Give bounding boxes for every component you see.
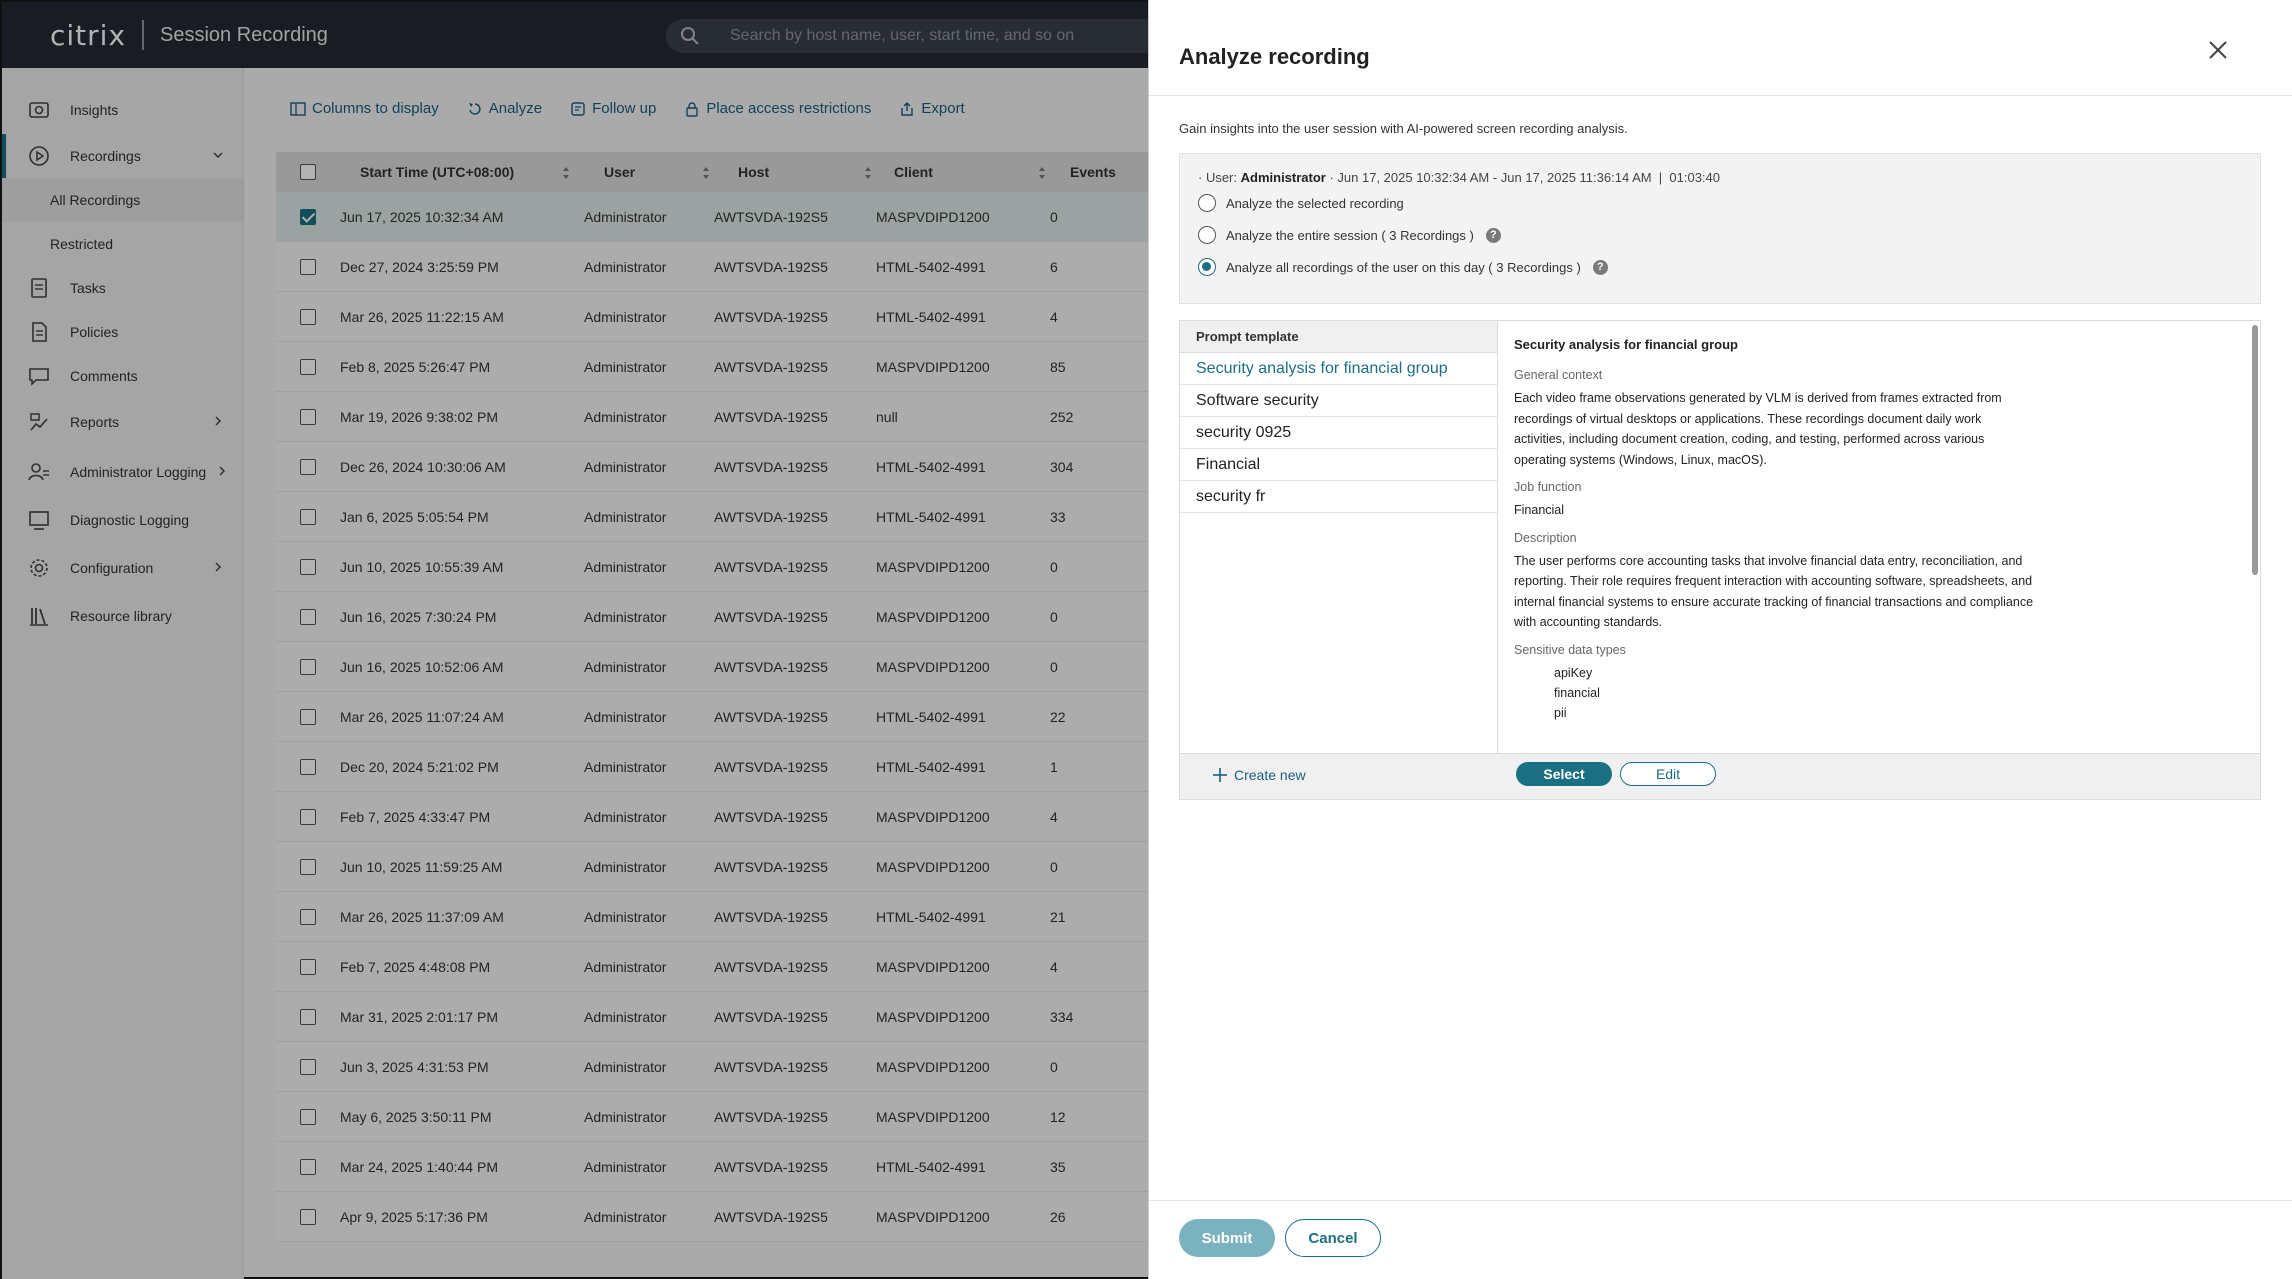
sensitive-data-label: Sensitive data types: [1514, 642, 1626, 657]
general-context-text: Each video frame observations generated …: [1514, 391, 2002, 467]
option-label: Analyze all recordings of the user on th…: [1226, 259, 1581, 275]
select-template-button[interactable]: Select: [1516, 762, 1612, 786]
job-function-text: Financial: [1514, 503, 1565, 517]
plus-icon: [1213, 768, 1227, 782]
create-new-label: Create new: [1234, 767, 1306, 783]
sensitive-data-type: pii: [1554, 705, 1567, 720]
preview-scrollbar[interactable]: [2252, 325, 2258, 575]
help-icon[interactable]: ?: [1592, 259, 1608, 275]
drawer-footer: Submit Cancel: [1149, 1200, 2292, 1279]
session-details: · Jun 17, 2025 10:32:34 AM - Jun 17, 202…: [1325, 170, 1720, 185]
cancel-button[interactable]: Cancel: [1285, 1219, 1381, 1257]
analysis-scope-option[interactable]: Analyze the entire session ( 3 Recording…: [1198, 226, 1501, 244]
radio-button[interactable]: [1198, 258, 1216, 276]
analyze-recording-drawer: Analyze recording Gain insights into the…: [1148, 0, 2292, 1279]
prompt-template-box: Prompt template Security analysis for fi…: [1179, 320, 2261, 800]
template-item[interactable]: security 0925: [1180, 417, 1497, 449]
template-item[interactable]: Financial: [1180, 449, 1497, 481]
radio-button[interactable]: [1198, 226, 1216, 244]
close-icon[interactable]: [2206, 38, 2230, 62]
job-function-label: Job function: [1514, 480, 1582, 494]
drawer-header: Analyze recording: [1149, 0, 2292, 96]
template-preview: Security analysis for financial group Ge…: [1498, 321, 2260, 753]
preview-title: Security analysis for financial group: [1514, 337, 1738, 352]
analysis-scope-option[interactable]: Analyze the selected recording: [1198, 194, 1404, 212]
modal-overlay[interactable]: [2, 2, 1150, 1279]
session-info: · User: Administrator · Jun 17, 2025 10:…: [1198, 170, 1720, 185]
prompt-template-list: Prompt template Security analysis for fi…: [1180, 321, 1498, 753]
template-items: Security analysis for financial group Sof…: [1180, 353, 1497, 513]
create-new-button[interactable]: Create new: [1212, 767, 1306, 783]
template-item[interactable]: Security analysis for financial group: [1180, 353, 1497, 385]
general-context-label: General context: [1514, 368, 1603, 382]
option-label: Analyze the entire session ( 3 Recording…: [1226, 227, 1474, 243]
session-user: Administrator: [1240, 170, 1326, 185]
drawer-intro: Gain insights into the user session with…: [1179, 121, 1628, 136]
submit-button[interactable]: Submit: [1179, 1219, 1275, 1257]
radio-button[interactable]: [1198, 194, 1216, 212]
sensitive-data-type: apiKey: [1554, 665, 1593, 680]
sensitive-data-list: apiKey financial pii: [1514, 663, 2244, 723]
session-prefix: · User:: [1198, 170, 1241, 185]
template-item[interactable]: Software security: [1180, 385, 1497, 417]
analysis-scope-option[interactable]: Analyze all recordings of the user on th…: [1198, 258, 1608, 276]
help-icon[interactable]: ?: [1485, 227, 1501, 243]
description-text: The user performs core accounting tasks …: [1514, 553, 2034, 630]
edit-template-button[interactable]: Edit: [1620, 762, 1716, 786]
option-label: Analyze the selected recording: [1226, 195, 1404, 211]
template-footer: Create new Select Edit: [1180, 753, 2260, 799]
sensitive-data-type: financial: [1554, 685, 1600, 700]
session-options-box: · User: Administrator · Jun 17, 2025 10:…: [1179, 153, 2261, 304]
prompt-template-header: Prompt template: [1180, 321, 1497, 353]
description-label: Description: [1514, 530, 1577, 545]
template-item[interactable]: security fr: [1180, 481, 1497, 513]
drawer-title: Analyze recording: [1179, 44, 1370, 69]
